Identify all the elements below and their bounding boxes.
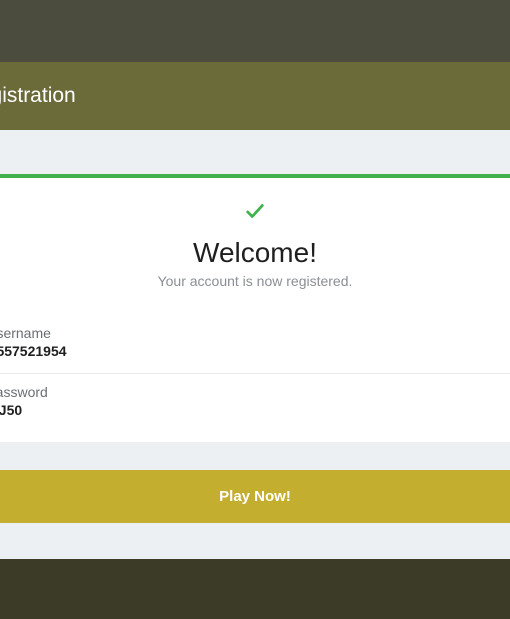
page-header: t Registration [0,62,510,130]
password-row: ur Password sinoJ50 [0,374,510,442]
welcome-title: Welcome! [0,237,510,269]
spacer [0,130,510,174]
play-now-button[interactable]: Play Now! [0,470,510,523]
password-value: sinoJ50 [0,402,510,418]
username-label: ur Username [0,325,510,341]
spacer [0,442,510,470]
check-wrap [0,200,510,227]
page-title: t Registration [0,84,510,108]
top-bar [0,0,510,62]
footer-bar [0,559,510,619]
success-card: Welcome! Your account is now registered.… [0,178,510,442]
password-label: ur Password [0,384,510,400]
welcome-subtitle: Your account is now registered. [0,273,510,289]
username-row: ur Username LR0557521954 [0,315,510,374]
username-value: LR0557521954 [0,343,510,359]
spacer [0,523,510,559]
check-icon [244,209,266,226]
